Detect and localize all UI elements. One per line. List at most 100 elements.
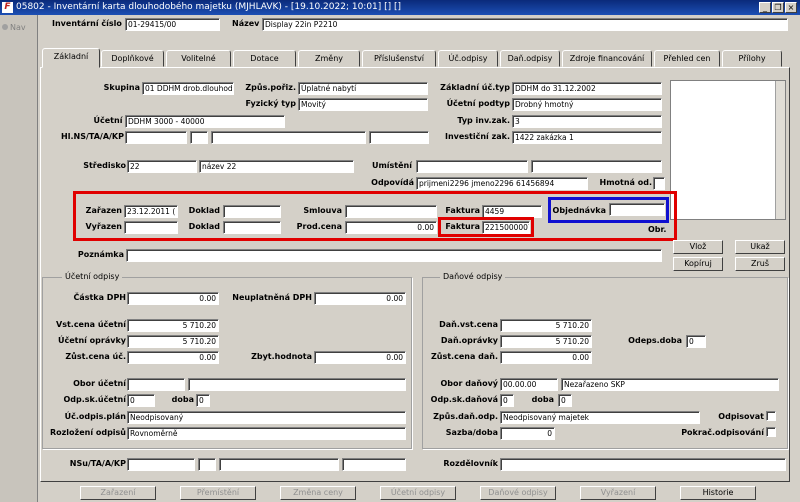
hlns-field-3[interactable]: [211, 131, 366, 144]
odeps-doba-field[interactable]: 0: [686, 335, 706, 348]
castka-dph-field[interactable]: 0.00: [127, 292, 219, 305]
rozlozeni-field[interactable]: Rovnoměrně: [127, 427, 406, 440]
umisteni-field-2[interactable]: [531, 160, 662, 173]
faktura-label: Faktura: [445, 206, 480, 215]
dan-vstcena-field[interactable]: 5 710.20: [500, 319, 592, 332]
dan-opravky-field[interactable]: 5 710.20: [500, 335, 592, 348]
tab-doplnkove[interactable]: Doplňkové: [101, 50, 164, 67]
tab-prilohy[interactable]: Přílohy: [722, 50, 782, 67]
nav-label: Nav: [10, 23, 26, 32]
kopiruj-button[interactable]: Kopíruj: [673, 257, 723, 271]
nsu-field-4[interactable]: [342, 458, 406, 471]
image-box[interactable]: [670, 80, 786, 220]
doklad2-field[interactable]: [223, 221, 281, 234]
rozdelovnik-field[interactable]: [500, 458, 786, 471]
nsu-field-1[interactable]: [127, 458, 195, 471]
neuplatnena-field[interactable]: 0.00: [314, 292, 406, 305]
nsu-field-2[interactable]: [198, 458, 216, 471]
doklad-field[interactable]: [223, 205, 281, 218]
zbyt-hodnota-label: Zbyt.hodnota: [251, 352, 312, 361]
tab-dotace[interactable]: Dotace: [233, 50, 296, 67]
hlns-field-2[interactable]: [190, 131, 208, 144]
faktura2-field[interactable]: 2215000007: [482, 221, 530, 234]
danove-odpisy-button[interactable]: Daňové odpisy: [480, 486, 556, 500]
tab-zmeny[interactable]: Změny: [298, 50, 360, 67]
ucet-podtyp-field[interactable]: Drobný hmotný: [512, 98, 662, 111]
skupina-field[interactable]: 01 DDHM drob.dlouhod.hm: [142, 82, 234, 95]
objednavka-field[interactable]: [609, 203, 665, 216]
odpisovat-checkbox[interactable]: [766, 411, 776, 421]
doba-danova-label: doba: [531, 395, 554, 404]
historie-button[interactable]: Historie: [680, 486, 756, 500]
odpsk-danova-label: Odp.sk.daňová: [430, 395, 498, 404]
tab-volitelne[interactable]: Volitelné: [166, 50, 231, 67]
investicni-field[interactable]: 1422 zakázka 1: [512, 131, 662, 144]
zpusob-dan-field[interactable]: Neodpisovaný majetek: [500, 411, 700, 424]
tab-zakladni[interactable]: Základní: [42, 48, 100, 68]
typ-inv-field[interactable]: 3: [512, 115, 662, 128]
vyrazen-field[interactable]: [124, 221, 178, 234]
image-scrollbar[interactable]: [775, 81, 785, 219]
zust-cena-uc-field[interactable]: 0.00: [127, 351, 219, 364]
zarazeni-button[interactable]: Zařazení: [80, 486, 156, 500]
pokrac-label: Pokrač.odpisování: [681, 428, 764, 437]
umisteni-label: Umístění: [371, 161, 412, 170]
doba-ucetni-field[interactable]: 0: [196, 394, 210, 407]
tab-prehled-cen[interactable]: Přehled cen: [654, 50, 720, 67]
zbyt-hodnota-field[interactable]: 0.00: [314, 351, 406, 364]
restore-button[interactable]: ❐: [772, 2, 784, 13]
stredisko-name-field[interactable]: název 22: [199, 160, 354, 173]
dan-zust-field[interactable]: 0.00: [500, 351, 592, 364]
obor-ucetni-field[interactable]: [188, 378, 406, 391]
tab-prislusenstvi[interactable]: Příslušenství: [362, 50, 436, 67]
obor-ucetni-code[interactable]: [127, 378, 185, 391]
odpsk-danova-field[interactable]: 0: [500, 394, 514, 407]
hlns-field-1[interactable]: [125, 131, 187, 144]
odpovida-field[interactable]: prijmeni2296 jmeno2296 61456894: [416, 177, 588, 190]
vstcena-ucetni-field[interactable]: 5 710.20: [127, 319, 219, 332]
hmotna-field[interactable]: [653, 177, 665, 190]
obor-danovy-field[interactable]: Nezařazeno SKP: [561, 378, 779, 391]
zpusob-field[interactable]: Úplatné nabytí: [298, 82, 428, 95]
sazba-field[interactable]: 0: [500, 427, 555, 440]
inv-number-field[interactable]: 01-29415/00: [125, 18, 220, 31]
prodcena-field[interactable]: 0.00: [345, 221, 437, 234]
smlouva-field[interactable]: [345, 205, 437, 218]
zrus-button[interactable]: Zruš: [735, 257, 785, 271]
obor-danovy-label: Obor daňový: [440, 379, 499, 388]
investicni-label: Investiční zak.: [444, 132, 510, 141]
close-button[interactable]: ×: [785, 2, 797, 13]
fyz-typ-field[interactable]: Movitý: [298, 98, 428, 111]
vyrazen-label: Vyřazen: [85, 222, 122, 231]
ukaz-button[interactable]: Ukaž: [735, 240, 785, 254]
odpis-plan-field[interactable]: Neodpisovaný: [127, 411, 406, 424]
stredisko-field[interactable]: 22: [127, 160, 197, 173]
premisteni-button[interactable]: Přemístění: [180, 486, 256, 500]
nsu-field-3[interactable]: [219, 458, 339, 471]
umisteni-field-1[interactable]: [416, 160, 528, 173]
vloz-button[interactable]: Vlož: [673, 240, 723, 254]
odpsk-ucetni-field[interactable]: 0: [127, 394, 155, 407]
ucetni-odpisy-button[interactable]: Účetní odpisy: [380, 486, 456, 500]
ucet-opravky-field[interactable]: 5 710.20: [127, 335, 219, 348]
poznamka-field[interactable]: [126, 249, 662, 262]
dan-zust-label: Zůst.cena daň.: [430, 352, 498, 361]
minimize-button[interactable]: _: [759, 2, 771, 13]
hlns-field-4[interactable]: [369, 131, 429, 144]
tab-danodpisy[interactable]: Daň.odpisy: [500, 50, 560, 67]
zakl-uctyp-field[interactable]: DDHM do 31.12.2002: [512, 82, 662, 95]
tab-zdroje[interactable]: Zdroje financování: [562, 50, 652, 67]
zarazen-field[interactable]: 23.12.2011 (: [124, 205, 178, 218]
castka-dph-label: Částka DPH: [73, 293, 126, 302]
doba-danova-field[interactable]: 0: [558, 394, 572, 407]
zmena-ceny-button[interactable]: Změna ceny: [280, 486, 356, 500]
nav-toggle[interactable]: Nav: [2, 23, 26, 32]
tab-ucodpisy[interactable]: Úč.odpisy: [438, 50, 498, 67]
app-icon: F: [2, 2, 13, 13]
obor-danovy-code[interactable]: 00.00.00: [500, 378, 558, 391]
ucet-typ-field[interactable]: DDHM 3000 - 40000: [125, 115, 285, 128]
ucet-opravky-label: Účetní oprávky: [57, 336, 126, 345]
pokrac-checkbox[interactable]: [766, 427, 776, 437]
name-field[interactable]: Display 22in P2210: [262, 18, 788, 31]
vyrazeni-button[interactable]: Vyřazení: [580, 486, 656, 500]
